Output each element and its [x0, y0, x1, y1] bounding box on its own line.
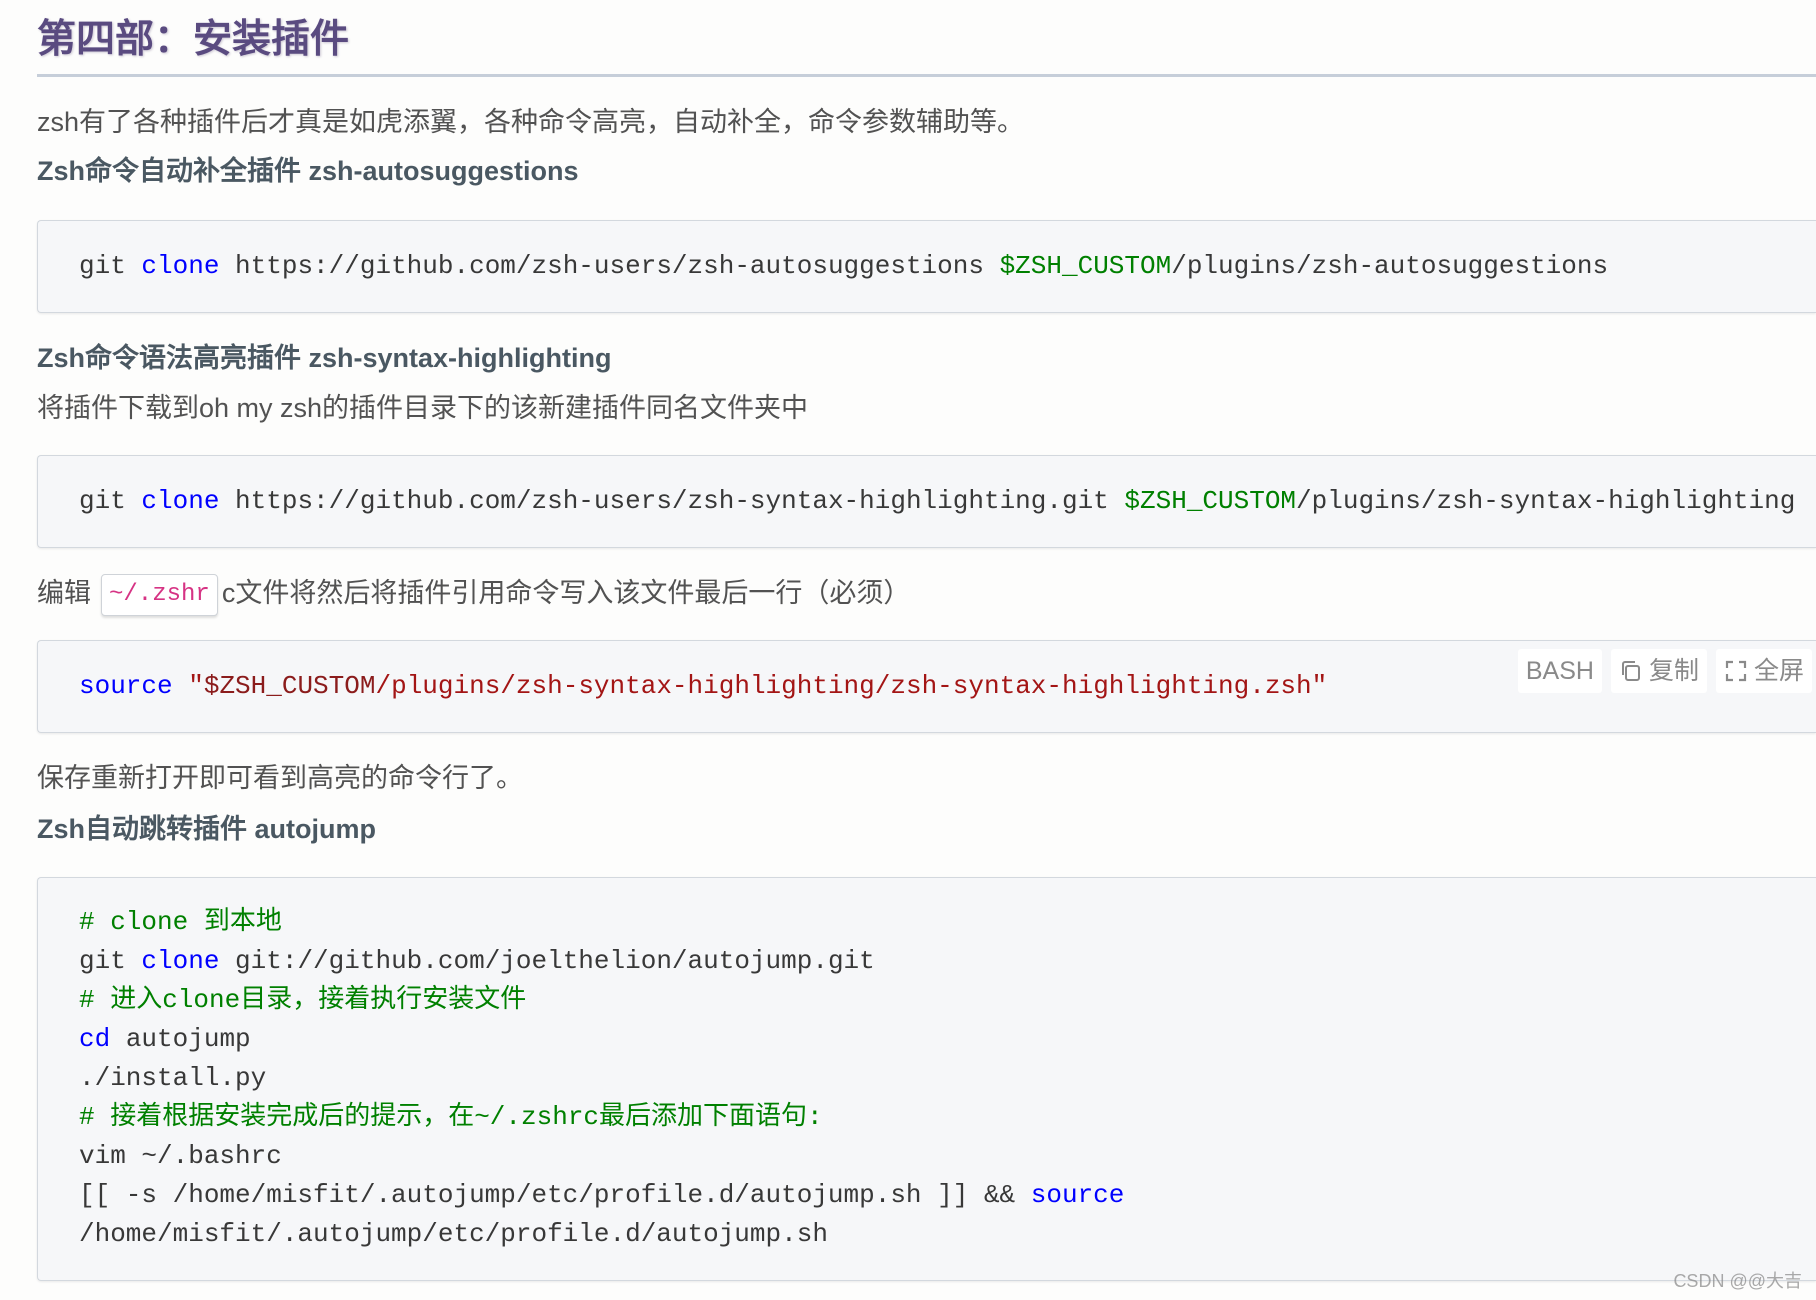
code-line: # clone 到本地: [79, 903, 1816, 942]
code-command: vim: [79, 1141, 126, 1171]
code-string: /plugins/zsh-syntax-highlighting/zsh-syn…: [375, 671, 1328, 701]
code-command: git: [79, 946, 126, 976]
copy-icon: [1619, 659, 1643, 683]
code-variable: $ZSH_CUSTOM: [1124, 486, 1297, 516]
after-note: 保存重新打开即可看到高亮的命令行了。: [37, 763, 523, 793]
code-line: git clone git://github.com/joelthelion/a…: [79, 942, 1816, 981]
code-path: /plugins/zsh-autosuggestions: [1171, 251, 1609, 281]
autojump-code-block: # clone 到本地 git clone git://github.com/j…: [37, 877, 1816, 1281]
code-line: [[ -s /home/misfit/.autojump/etc/profile…: [79, 1176, 1816, 1215]
language-label-text: BASH: [1525, 657, 1594, 685]
code-args: autojump: [125, 1024, 251, 1054]
syntax-highlighting-code-block: git clone https://github.com/zsh-users/z…: [37, 455, 1816, 548]
csdn-watermark: CSDN @@大吉: [1673, 1271, 1802, 1291]
code-path: /plugins/zsh-syntax-highlighting: [1296, 486, 1796, 516]
code-keyword: source: [1030, 1180, 1125, 1210]
autosuggestions-heading: Zsh命令自动补全插件 zsh-autosuggestions: [37, 156, 579, 186]
code-command: git: [79, 486, 126, 516]
code-toolbar: BASH 复制 全屏: [1517, 649, 1812, 693]
code-keyword: clone: [141, 486, 220, 516]
copy-label: 复制: [1648, 657, 1699, 685]
code-line: git clone https://github.com/zsh-users/z…: [79, 247, 1816, 286]
syntax-highlighting-heading: Zsh命令语法高亮插件 zsh-syntax-highlighting: [37, 343, 612, 373]
fullscreen-icon: [1724, 659, 1748, 683]
code-variable: $ZSH_CUSTOM: [203, 671, 376, 701]
code-comment: # 进入clone目录，接着执行安装文件: [79, 985, 527, 1015]
code-args: /home/misfit/.autojump/etc/profile.d/aut…: [79, 1219, 828, 1249]
language-label: BASH: [1517, 649, 1602, 693]
code-line: /home/misfit/.autojump/etc/profile.d/aut…: [79, 1215, 1816, 1254]
code-expression: [[ -s /home/misfit/.autojump/etc/profile…: [79, 1180, 1016, 1210]
source-code-block: source "$ZSH_CUSTOM/plugins/zsh-syntax-h…: [37, 640, 1816, 733]
code-keyword: clone: [141, 251, 220, 281]
edit-instruction-suffix: c文件将然后将插件引用命令写入该文件最后一行（必须）: [221, 578, 911, 608]
edit-instruction: 编辑 ~/.zshr c文件将然后将插件引用命令写入该文件最后一行（必须）: [37, 571, 910, 616]
code-line: ./install.py: [79, 1059, 1816, 1098]
code-comment: # clone 到本地: [79, 907, 282, 937]
code-args: git://github.com/joelthelion/autojump.gi…: [235, 946, 875, 976]
code-comment: # 接着根据安装完成后的提示，在~/.zshrc最后添加下面语句:: [79, 1102, 823, 1132]
autojump-heading: Zsh自动跳转插件 autojump: [37, 814, 376, 844]
syntax-highlighting-description: 将插件下载到oh my zsh的插件目录下的该新建插件同名文件夹中: [37, 393, 809, 423]
code-line: # 接着根据安装完成后的提示，在~/.zshrc最后添加下面语句:: [79, 1098, 1816, 1137]
inline-code-zshrc: ~/.zshr: [101, 573, 218, 616]
code-line: vim ~/.bashrc: [79, 1137, 1816, 1176]
code-line: git clone https://github.com/zsh-users/z…: [79, 482, 1816, 521]
section-title: 第四部：安装插件: [37, 14, 1816, 77]
code-string-quote: ": [188, 671, 204, 701]
code-line: cd autojump: [79, 1020, 1816, 1059]
code-command: ./install.py: [79, 1063, 267, 1093]
fullscreen-label: 全屏: [1753, 657, 1804, 685]
edit-instruction-prefix: 编辑: [37, 578, 91, 608]
intro-paragraph: zsh有了各种插件后才真是如虎添翼，各种命令高亮，自动补全，命令参数辅助等。: [37, 107, 1025, 137]
code-keyword: source: [79, 671, 173, 701]
copy-button[interactable]: 复制: [1610, 649, 1707, 693]
article-content: 第四部：安装插件 zsh有了各种插件后才真是如虎添翼，各种命令高亮，自动补全，命…: [0, 0, 1816, 1300]
code-url: https://github.com/zsh-users/zsh-syntax-…: [235, 486, 1109, 516]
code-variable: $ZSH_CUSTOM: [999, 251, 1172, 281]
code-args: ~/.bashrc: [141, 1141, 282, 1171]
code-command: git: [79, 251, 126, 281]
autosuggestions-code-block: git clone https://github.com/zsh-users/z…: [37, 220, 1816, 313]
fullscreen-button[interactable]: 全屏: [1715, 649, 1812, 693]
code-keyword: cd: [79, 1024, 111, 1054]
code-line: # 进入clone目录，接着执行安装文件: [79, 981, 1816, 1020]
code-keyword: clone: [141, 946, 220, 976]
code-url: https://github.com/zsh-users/zsh-autosug…: [235, 251, 984, 281]
